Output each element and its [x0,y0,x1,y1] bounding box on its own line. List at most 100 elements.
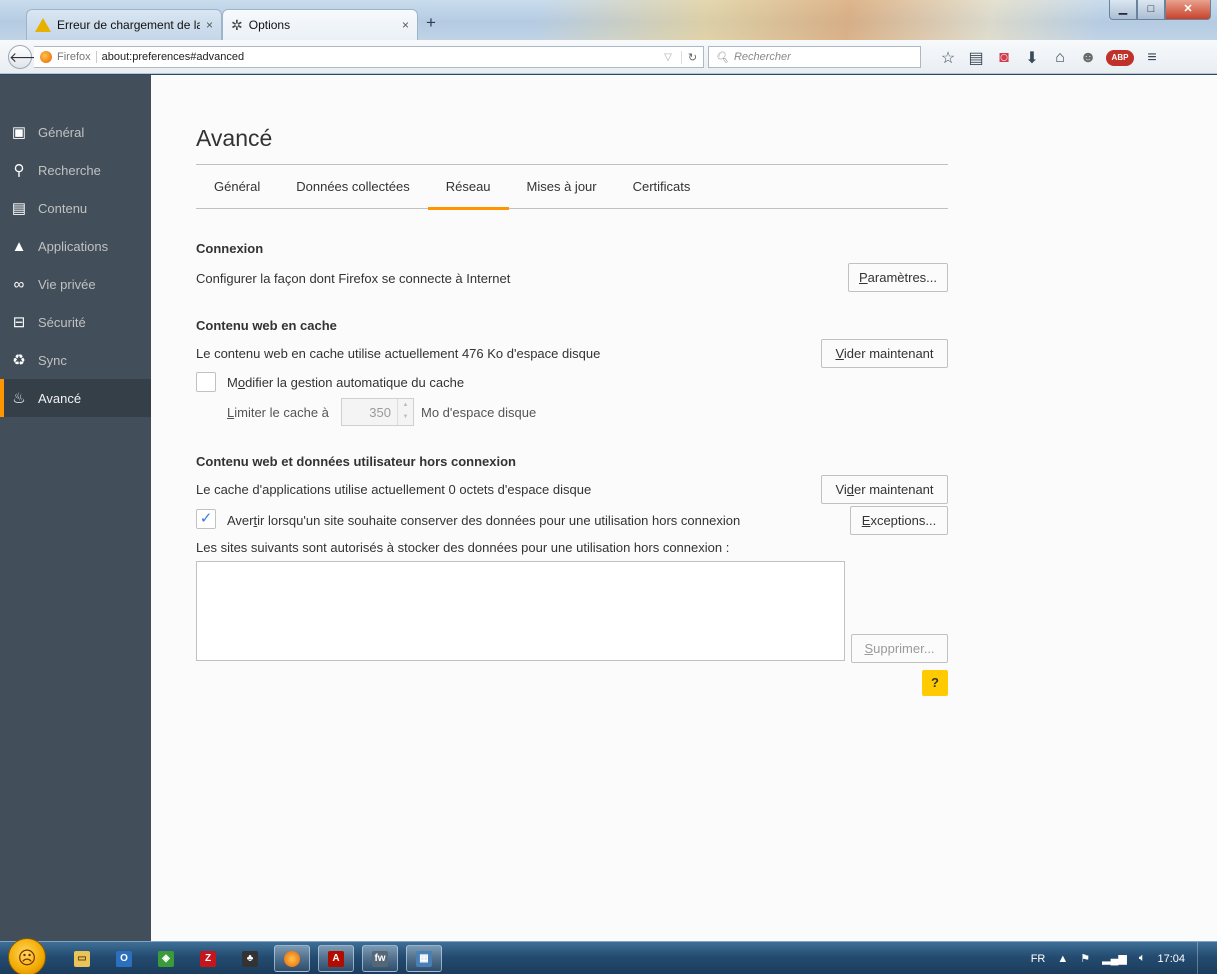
sidebar-item-applications[interactable]: ▲ Applications [0,227,151,265]
menu-icon[interactable]: ≡ [1142,49,1162,67]
sidebar-item-general[interactable]: ▣ Général [0,113,151,151]
app-icon[interactable]: ◈ [148,945,184,972]
remove-offline-button[interactable]: Supprimer... [851,634,948,663]
connection-settings-button[interactable]: Paramètres... [848,263,948,292]
adblock-plus-icon[interactable]: ABP [1106,50,1134,66]
maximize-button[interactable]: □ [1137,0,1165,20]
back-button[interactable]: 🡐 [8,45,47,69]
tab-options[interactable]: ✲ Options × [222,9,418,40]
label-part: difier la gestion automatique du cache [245,375,465,390]
pocket-icon[interactable]: ◙ [994,49,1014,67]
language-indicator[interactable]: FR [1031,953,1046,965]
sidebar-item-privacy[interactable]: ∞ Vie privée [0,265,151,303]
download-icon[interactable]: ⬇ [1022,48,1042,68]
firefox-icon [40,51,52,63]
fireworks-icon[interactable]: fw [362,945,398,972]
accesskey: P [858,270,868,285]
clock[interactable]: 17:04 [1157,953,1185,965]
minimize-button[interactable]: ▁ [1109,0,1137,20]
filezilla-icon[interactable]: Z [190,945,226,972]
offline-description: Le cache d'applications utilise actuelle… [196,482,592,497]
tab-error[interactable]: Erreur de chargement de la... × [26,9,222,40]
sidebar-item-sync[interactable]: ♻ Sync [0,341,151,379]
window-controls: ▁ □ ✕ [1109,0,1211,20]
app2-icon[interactable]: ▦ [406,945,442,972]
reload-icon[interactable]: ↻ [681,50,703,64]
sidebar-item-label: Applications [38,238,109,254]
url-bar[interactable]: Firefox about:preferences#advanced ▽ ↻ [34,46,704,68]
warning-icon [35,18,51,32]
outlook-icon[interactable]: O [106,945,142,972]
search-input[interactable]: 🔍︎ Rechercher [708,46,921,68]
firefox-window: Erreur de chargement de la... × ✲ Option… [0,0,1217,974]
cache-limit-label: Limiter le cache à [227,405,329,420]
volume-icon[interactable]: 🔈︎ [1139,952,1146,965]
offline-notify-label: Avertir lorsqu'un site souhaite conserve… [227,513,740,528]
advanced-icon: ♨ [12,390,26,407]
help-button[interactable]: ? [922,670,948,696]
tab-network[interactable]: Réseau [427,165,509,210]
sidebar-item-security[interactable]: ⊟ Sécurité [0,303,151,341]
override-cache-label: Modifier la gestion automatique du cache [227,375,464,390]
accesskey: d [846,482,855,497]
explorer-icon[interactable]: ▭ [64,945,100,972]
tab-data-choices[interactable]: Données collectées [278,165,427,209]
action-center-flag-icon[interactable]: ⚑ [1080,952,1090,965]
search-placeholder: Rechercher [733,51,791,63]
close-window-button[interactable]: ✕ [1165,0,1211,20]
button-label: er maintenant [854,482,934,497]
button-label: upprimer... [873,641,935,656]
show-desktop-button[interactable] [1197,942,1203,974]
clear-offline-button[interactable]: Vider maintenant [821,475,948,504]
offline-exceptions-button[interactable]: Exceptions... [850,506,948,535]
cache-heading: Contenu web en cache [196,318,337,333]
firefox-icon[interactable] [274,945,310,972]
offline-notify-checkbox[interactable]: ✓ [196,509,216,529]
button-label: xceptions... [870,513,937,528]
stepper-arrows-icon[interactable]: ▲ ▼ [397,399,413,425]
cache-size-stepper[interactable]: 350 ▲ ▼ [341,398,414,426]
sidebar-item-advanced[interactable]: ♨ Avancé [0,379,151,417]
bookmark-star-icon[interactable]: ☆ [938,48,958,68]
url-text[interactable]: about:preferences#advanced [102,51,655,63]
home-icon[interactable]: ⌂ [1050,49,1070,67]
sidebar-item-label: Avancé [38,390,82,406]
start-button[interactable]: ☹ [8,938,46,974]
offline-apps-list[interactable] [196,561,845,661]
smiley-icon[interactable]: ☻ [1078,49,1098,67]
content-icon: ▤ [11,200,27,217]
tab-label: Erreur de chargement de la... [57,18,200,32]
acrobat-icon[interactable]: A [318,945,354,972]
override-cache-checkbox[interactable] [196,372,216,392]
close-icon[interactable]: × [206,18,213,32]
tab-updates[interactable]: Mises à jour [509,165,615,209]
button-label: aramètres... [867,270,938,285]
sidebar-item-label: Sync [38,352,67,368]
dropdown-arrow-icon[interactable]: ▽ [660,52,676,63]
sidebar-item-search[interactable]: ⚲ Recherche [0,151,151,189]
start-orb-icon: ☹ [17,948,37,968]
tab-general[interactable]: Général [196,165,278,209]
sidebar-item-label: Recherche [38,162,101,178]
inkscape-icon[interactable]: ♣ [232,945,268,972]
sync-icon: ♻ [12,352,26,369]
clear-cache-button[interactable]: Vider maintenant [821,339,948,368]
reading-list-icon[interactable]: ▤ [966,48,986,68]
close-icon[interactable]: × [402,18,409,32]
offline-list-label: Les sites suivants sont autorisés à stoc… [196,540,730,555]
identity-label[interactable]: Firefox [57,51,97,63]
tab-certificates[interactable]: Certificats [615,165,709,209]
tray-expand-icon[interactable]: ▲ [1057,953,1068,965]
nav-bar: 🡐 Firefox about:preferences#advanced ▽ ↻… [0,40,1217,74]
new-tab-button[interactable]: + [426,14,436,31]
connection-description: Configurer la façon dont Firefox se conn… [196,271,511,286]
accesskey: o [237,375,246,390]
sidebar-item-content[interactable]: ▤ Contenu [0,189,151,227]
tab-label: Options [248,18,291,32]
sidebar-item-label: Contenu [38,200,88,216]
taskbar: ☹ ▭ O ◈ Z ♣ A fw ▦ FR ▲ ⚑ ▂▄▆ 🔈︎ 17:04 [0,938,1217,974]
network-icon[interactable]: ▂▄▆ [1102,952,1127,965]
page-title: Avancé [196,125,273,151]
cache-description: Le contenu web en cache utilise actuelle… [196,346,601,361]
search-icon: 🔍︎ [715,51,729,64]
